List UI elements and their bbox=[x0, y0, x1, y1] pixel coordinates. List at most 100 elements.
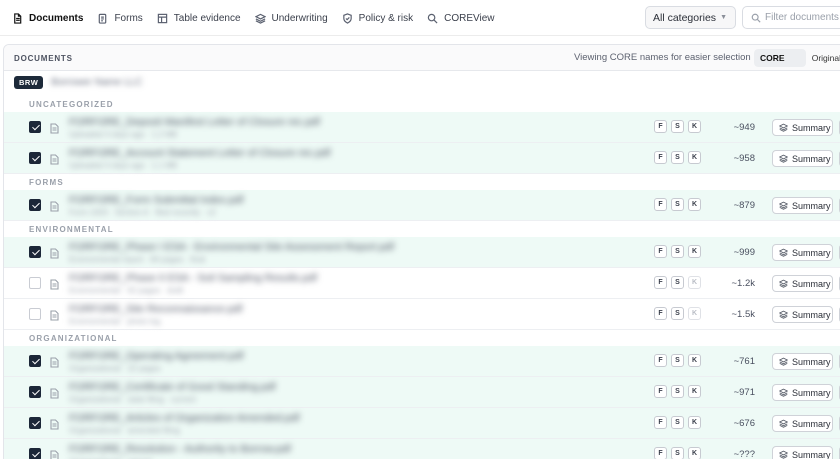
document-name[interactable]: FORFORE_Site Reconnaissance.pdf bbox=[69, 303, 242, 315]
summary-button[interactable]: Summary bbox=[772, 384, 833, 401]
filter-documents-input[interactable] bbox=[765, 12, 840, 23]
summary-button[interactable]: Summary bbox=[772, 275, 833, 292]
chevron-down-icon: ▼ bbox=[720, 14, 727, 21]
document-checkbox[interactable] bbox=[29, 152, 41, 164]
token-count: ~761 bbox=[733, 356, 755, 367]
file-icon bbox=[50, 246, 59, 259]
badge-f[interactable]: F bbox=[654, 385, 667, 398]
document-name[interactable]: FORFORE_Form Submittal Index.pdf bbox=[69, 194, 243, 206]
badge-f[interactable]: F bbox=[654, 307, 667, 320]
badge-k[interactable]: K bbox=[688, 354, 701, 367]
summary-label: Summary bbox=[792, 247, 831, 258]
top-nav-bar: Documents Forms Table evidence Underwrit… bbox=[0, 0, 840, 36]
summary-button[interactable]: Summary bbox=[772, 150, 833, 167]
summary-button[interactable]: Summary bbox=[772, 306, 833, 323]
document-checkbox[interactable] bbox=[29, 417, 41, 429]
document-row[interactable]: FORFORE_Deposit Manifest Letter of Closu… bbox=[4, 112, 840, 143]
document-row[interactable]: FORFORE_Form Submittal Index.pdf Form 10… bbox=[4, 190, 840, 221]
badge-k[interactable]: K bbox=[688, 120, 701, 133]
badge-s[interactable]: S bbox=[671, 447, 684, 459]
document-name[interactable]: FORFORE_Phase I ESA - Environmental Site… bbox=[69, 241, 394, 253]
document-checkbox[interactable] bbox=[29, 277, 41, 289]
toggle-original-name[interactable]: Original bbox=[806, 49, 840, 67]
badge-f[interactable]: F bbox=[654, 447, 667, 459]
badge-f[interactable]: F bbox=[654, 354, 667, 367]
document-name[interactable]: FORFORE_Resolution - Authority to Borrow… bbox=[69, 443, 291, 455]
document-row[interactable]: FORFORE_Resolution - Authority to Borrow… bbox=[4, 439, 840, 459]
badge-k[interactable]: K bbox=[688, 307, 701, 320]
document-checkbox[interactable] bbox=[29, 199, 41, 211]
badge-f[interactable]: F bbox=[654, 276, 667, 289]
document-name[interactable]: FORFORE_Phase II ESA - Soil Sampling Res… bbox=[69, 272, 317, 284]
section-uncategorized: UNCATEGORIZED bbox=[29, 100, 114, 109]
document-name[interactable]: FORFORE_Articles of Organization Amended… bbox=[69, 412, 300, 424]
document-name[interactable]: FORFORE_Deposit Manifest Letter of Closu… bbox=[69, 116, 320, 128]
badge-s[interactable]: S bbox=[671, 120, 684, 133]
layers-icon bbox=[779, 357, 788, 366]
summary-button[interactable]: Summary bbox=[772, 415, 833, 432]
document-meta: Form 1003 · Section A · filed recently ·… bbox=[69, 208, 216, 217]
badge-f[interactable]: F bbox=[654, 120, 667, 133]
document-name[interactable]: FORFORE_Account Statement Letter of Clos… bbox=[69, 147, 330, 159]
section-environmental: ENVIRONMENTAL bbox=[29, 225, 114, 234]
borrower-name: Borrower Name LLC bbox=[51, 77, 143, 88]
document-row[interactable]: FORFORE_Phase I ESA - Environmental Site… bbox=[4, 237, 840, 268]
document-row[interactable]: FORFORE_Certificate of Good Standing.pdf… bbox=[4, 377, 840, 408]
document-checkbox[interactable] bbox=[29, 121, 41, 133]
toggle-core-name[interactable]: CORE name bbox=[754, 49, 806, 67]
summary-button[interactable]: Summary bbox=[772, 197, 833, 214]
document-checkbox[interactable] bbox=[29, 246, 41, 258]
token-count: ~676 bbox=[733, 418, 755, 429]
document-badges: FSK bbox=[654, 120, 701, 133]
document-checkbox[interactable] bbox=[29, 308, 41, 320]
filter-documents-field[interactable] bbox=[742, 6, 840, 29]
document-row[interactable]: FORFORE_Operating Agreement.pdf Organiza… bbox=[4, 346, 840, 377]
file-icon bbox=[50, 386, 59, 399]
badge-k[interactable]: K bbox=[688, 416, 701, 429]
badge-f[interactable]: F bbox=[654, 151, 667, 164]
badge-k[interactable]: K bbox=[688, 151, 701, 164]
name-mode-toggle: CORE name Original bbox=[754, 49, 840, 67]
tab-coreview[interactable]: COREView bbox=[427, 0, 495, 36]
badge-k[interactable]: K bbox=[688, 245, 701, 258]
summary-button[interactable]: Summary bbox=[772, 446, 833, 459]
document-checkbox[interactable] bbox=[29, 355, 41, 367]
document-meta: Environmental · photo log bbox=[69, 317, 161, 326]
tab-documents[interactable]: Documents bbox=[12, 0, 83, 36]
category-select[interactable]: All categories ▼ bbox=[645, 6, 736, 29]
tab-policy-risk[interactable]: Policy & risk bbox=[342, 0, 413, 36]
badge-s[interactable]: S bbox=[671, 416, 684, 429]
badge-s[interactable]: S bbox=[671, 276, 684, 289]
summary-button[interactable]: Summary bbox=[772, 244, 833, 261]
document-row[interactable]: FORFORE_Site Reconnaissance.pdf Environm… bbox=[4, 299, 840, 330]
tab-forms[interactable]: Forms bbox=[97, 0, 143, 36]
document-row[interactable]: FORFORE_Articles of Organization Amended… bbox=[4, 408, 840, 439]
badge-k[interactable]: K bbox=[688, 447, 701, 459]
summary-button[interactable]: Summary bbox=[772, 119, 833, 136]
document-checkbox[interactable] bbox=[29, 448, 41, 459]
badge-k[interactable]: K bbox=[688, 276, 701, 289]
file-icon bbox=[50, 308, 59, 321]
badge-s[interactable]: S bbox=[671, 245, 684, 258]
badge-s[interactable]: S bbox=[671, 151, 684, 164]
summary-label: Summary bbox=[792, 418, 831, 429]
badge-s[interactable]: S bbox=[671, 385, 684, 398]
document-checkbox[interactable] bbox=[29, 386, 41, 398]
badge-k[interactable]: K bbox=[688, 385, 701, 398]
document-name[interactable]: FORFORE_Certificate of Good Standing.pdf bbox=[69, 381, 276, 393]
tab-underwriting[interactable]: Underwriting bbox=[254, 0, 328, 36]
document-row[interactable]: FORFORE_Account Statement Letter of Clos… bbox=[4, 143, 840, 174]
badge-f[interactable]: F bbox=[654, 416, 667, 429]
badge-s[interactable]: S bbox=[671, 198, 684, 211]
badge-k[interactable]: K bbox=[688, 198, 701, 211]
shield-icon bbox=[342, 12, 352, 24]
document-row[interactable]: FORFORE_Phase II ESA - Soil Sampling Res… bbox=[4, 268, 840, 299]
badge-f[interactable]: F bbox=[654, 245, 667, 258]
badge-f[interactable]: F bbox=[654, 198, 667, 211]
badge-s[interactable]: S bbox=[671, 307, 684, 320]
document-name[interactable]: FORFORE_Operating Agreement.pdf bbox=[69, 350, 244, 362]
summary-button[interactable]: Summary bbox=[772, 353, 833, 370]
file-icon bbox=[50, 448, 59, 459]
tab-table-evidence[interactable]: Table evidence bbox=[157, 0, 241, 36]
badge-s[interactable]: S bbox=[671, 354, 684, 367]
